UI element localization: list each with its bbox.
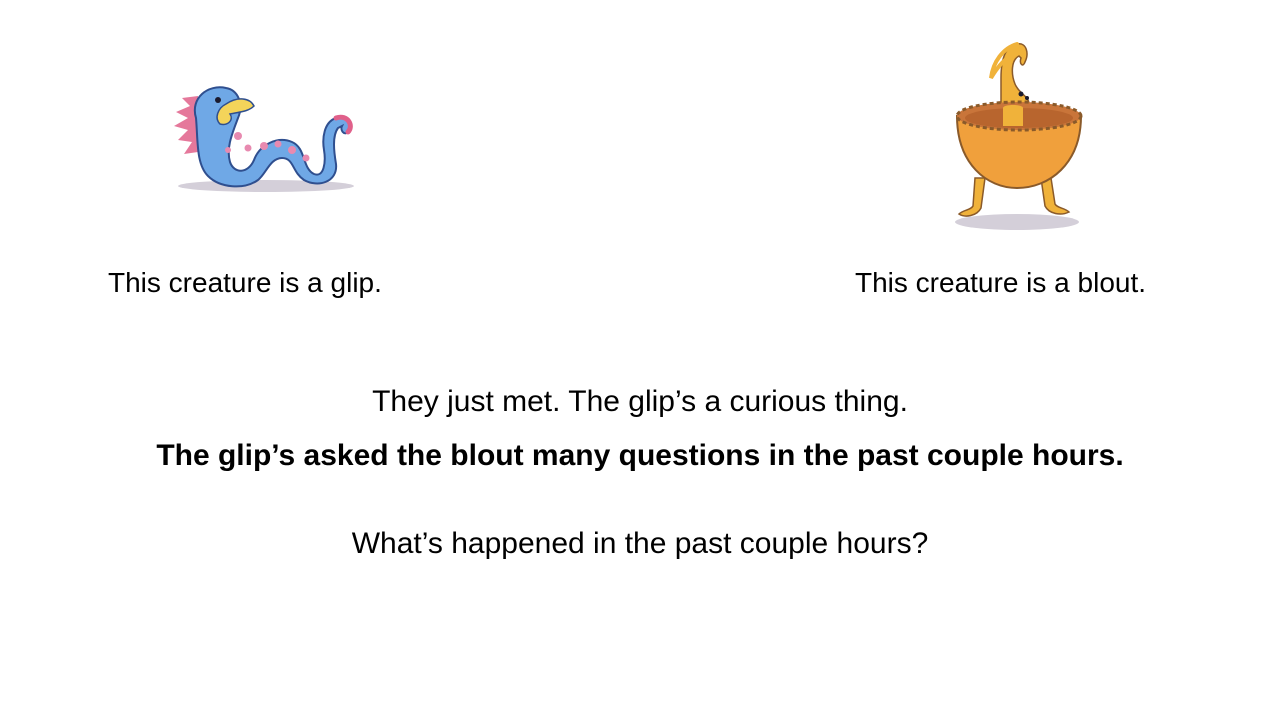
- glip-eye: [215, 97, 221, 103]
- blout-illustration: [955, 42, 1083, 230]
- blout-caption: This creature is a blout.: [855, 267, 1147, 298]
- glip-caption: This creature is a glip.: [108, 267, 382, 298]
- story-line-intro: They just met. The glip’s a curious thin…: [372, 385, 908, 418]
- glip-spot: [244, 144, 252, 152]
- blout-eye: [1025, 96, 1029, 100]
- slide: This creature is a glip. This creature i…: [0, 0, 1280, 720]
- glip-spot: [288, 146, 296, 154]
- glip-spot: [260, 142, 268, 150]
- blout-eye: [1018, 91, 1024, 97]
- glip-spot: [274, 140, 282, 148]
- blout-shadow: [955, 214, 1079, 230]
- glip-spot: [234, 132, 242, 140]
- blout-leg-left: [957, 177, 986, 217]
- story-question: What’s happened in the past couple hours…: [351, 527, 929, 560]
- blout-neck-front: [1003, 105, 1023, 126]
- glip-spot: [302, 154, 310, 162]
- glip-spot: [225, 147, 231, 153]
- story-line-bold: The glip’s asked the blout many question…: [156, 439, 1124, 472]
- blout-leg-right: [1040, 177, 1071, 215]
- glip-illustration: [174, 86, 354, 192]
